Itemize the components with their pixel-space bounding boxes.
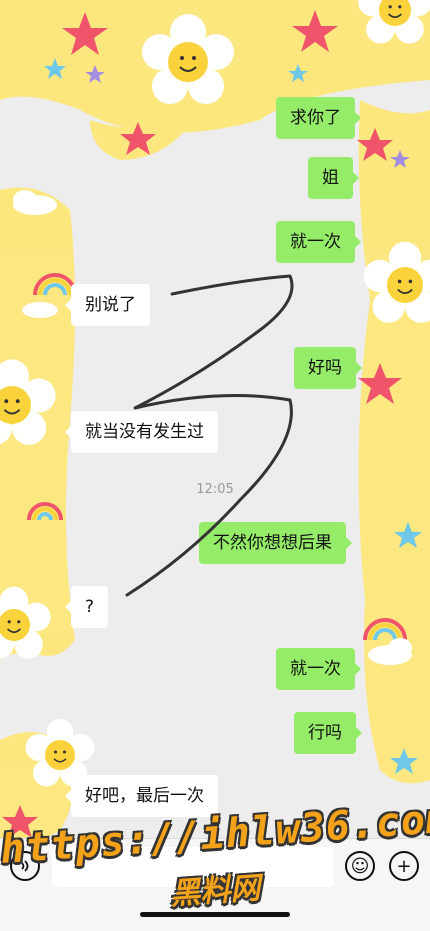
message-bubble-sent[interactable]: 姐 xyxy=(308,157,359,199)
message-bubble-sent[interactable]: 就一次 xyxy=(276,648,361,690)
chat-area[interactable]: 求你了 姐 就一次 别说了 好吗 就当没有发生过 12:05 不然你想想后果 ?… xyxy=(0,0,430,840)
message-bubble-sent[interactable]: 求你了 xyxy=(276,97,361,139)
home-indicator[interactable] xyxy=(140,912,290,917)
message-bubble-received[interactable]: 别说了 xyxy=(65,284,150,326)
message-bubble-received[interactable]: ? xyxy=(64,586,109,628)
message-timestamp: 12:05 xyxy=(196,482,234,497)
message-bubble-received[interactable]: 就当没有发生过 xyxy=(65,411,218,453)
message-bubble-sent[interactable]: 不然你想想后果 xyxy=(199,522,352,564)
message-bubble-received[interactable]: 好吧，最后一次 xyxy=(65,775,218,817)
message-bubble-sent[interactable]: 行吗 xyxy=(294,712,362,754)
message-bubble-sent[interactable]: 好吗 xyxy=(294,347,362,389)
message-bubble-sent[interactable]: 就一次 xyxy=(276,221,361,263)
